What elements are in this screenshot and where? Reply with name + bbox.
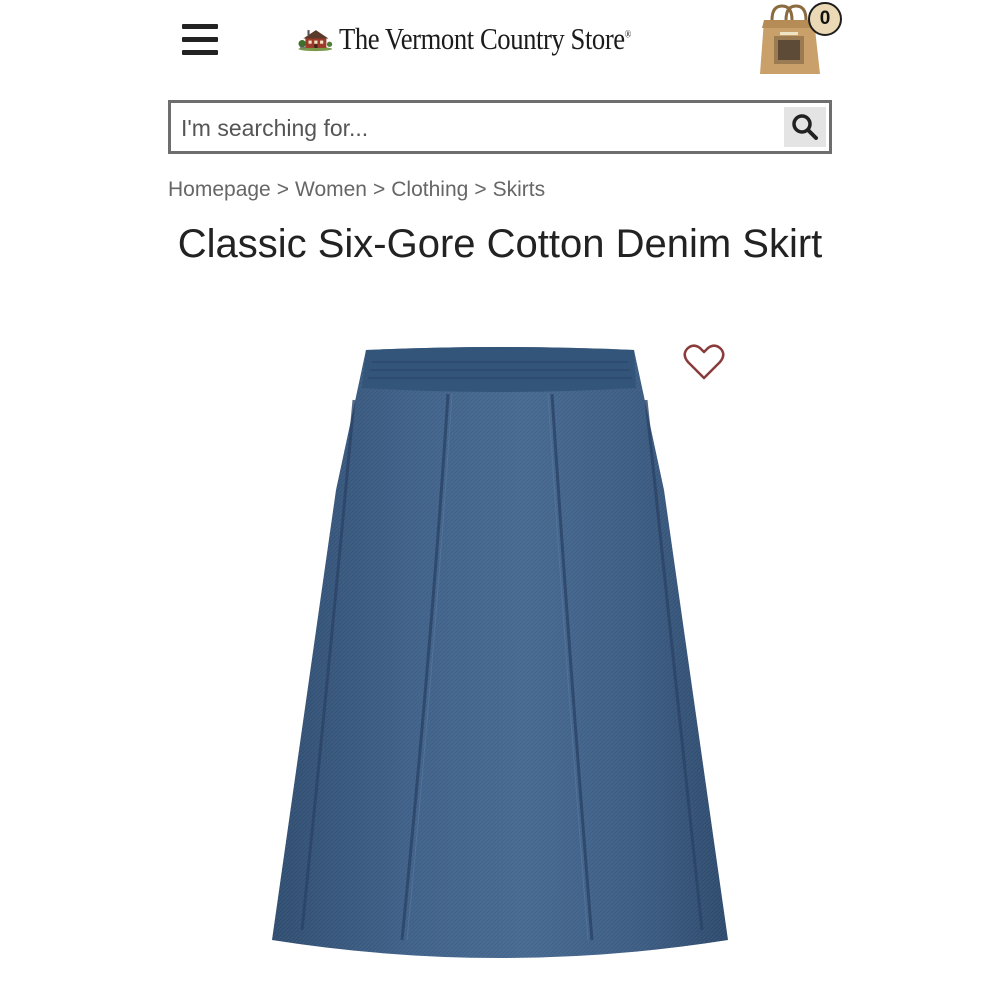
breadcrumb-clothing[interactable]: Clothing	[391, 178, 468, 201]
breadcrumb-separator: >	[372, 178, 386, 201]
breadcrumb-separator: >	[276, 178, 289, 201]
search-button[interactable]	[784, 107, 826, 147]
site-logo[interactable]: The Vermont Country Store®	[298, 14, 678, 64]
breadcrumb-skirts[interactable]: Skirts	[493, 178, 546, 201]
cart-count-badge: 0	[808, 2, 842, 36]
house-logo-icon	[298, 30, 333, 52]
cart-button[interactable]: 0	[758, 2, 848, 76]
search-bar	[168, 100, 832, 154]
breadcrumb: Homepage > Women > Clothing > Skirts	[168, 178, 545, 202]
search-icon	[792, 114, 818, 140]
logo-text: The Vermont Country Store®	[338, 21, 631, 56]
site-header: The Vermont Country Store® 0	[0, 0, 1000, 90]
search-input[interactable]	[179, 111, 783, 145]
product-image[interactable]	[262, 340, 738, 970]
breadcrumb-separator: >	[474, 178, 487, 201]
hamburger-menu-icon[interactable]	[182, 24, 218, 56]
heart-icon[interactable]	[682, 342, 726, 382]
breadcrumb-homepage[interactable]: Homepage	[168, 178, 271, 201]
breadcrumb-women[interactable]: Women	[295, 178, 367, 201]
product-title: Classic Six-Gore Cotton Denim Skirt	[177, 222, 823, 266]
